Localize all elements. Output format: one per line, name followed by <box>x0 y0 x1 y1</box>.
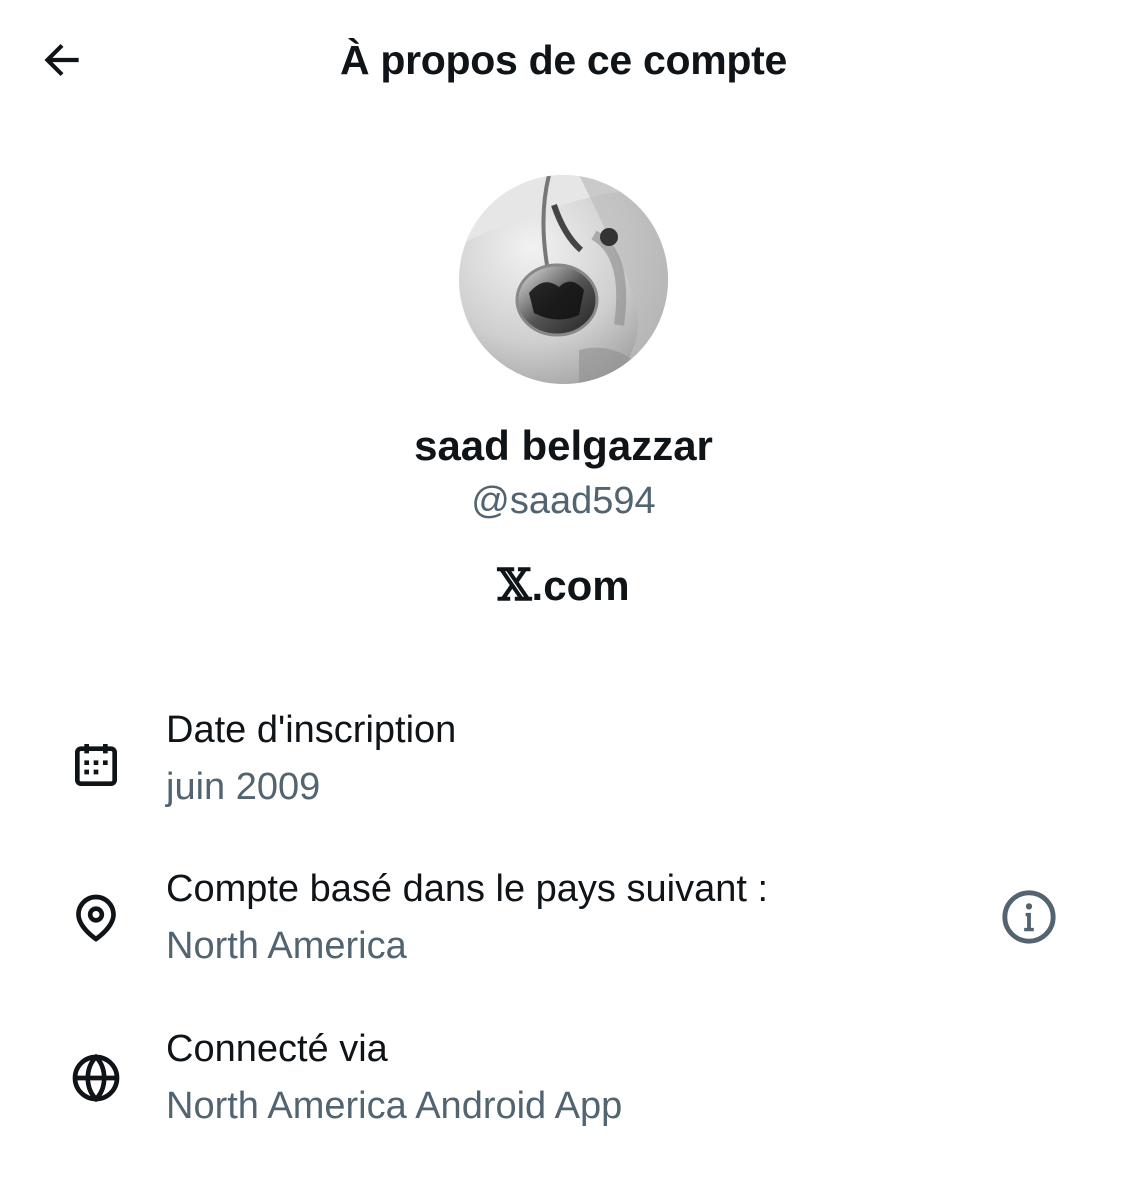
info-button[interactable] <box>998 886 1060 948</box>
calendar-icon <box>66 735 126 795</box>
connected-via-row: Connecté via North America Android App <box>0 1026 1127 1136</box>
platform-label: 𝕏.com <box>0 560 1127 612</box>
header: À propos de ce compte <box>0 0 1127 120</box>
display-name: saad belgazzar <box>414 422 713 469</box>
page-title: À propos de ce compte <box>339 37 788 83</box>
location-pin-icon <box>66 888 126 948</box>
avatar[interactable] <box>459 175 668 384</box>
account-location-row: Compte basé dans le pays suivant : North… <box>0 866 1127 976</box>
connected-via-value: North America Android App <box>166 1085 623 1127</box>
account-location-value: North America <box>166 925 407 967</box>
join-date-label: Date d'inscription <box>166 709 457 751</box>
info-icon <box>1002 890 1056 944</box>
account-location-label: Compte basé dans le pays suivant : <box>166 868 769 910</box>
connected-via-label: Connecté via <box>166 1028 388 1070</box>
globe-icon <box>66 1048 126 1108</box>
platform-suffix: .com <box>531 562 630 609</box>
join-date-row: Date d'inscription juin 2009 <box>0 707 1127 817</box>
user-handle: @saad594 <box>471 480 656 522</box>
x-logo-icon: 𝕏 <box>497 560 532 611</box>
join-date-value: juin 2009 <box>166 766 321 808</box>
